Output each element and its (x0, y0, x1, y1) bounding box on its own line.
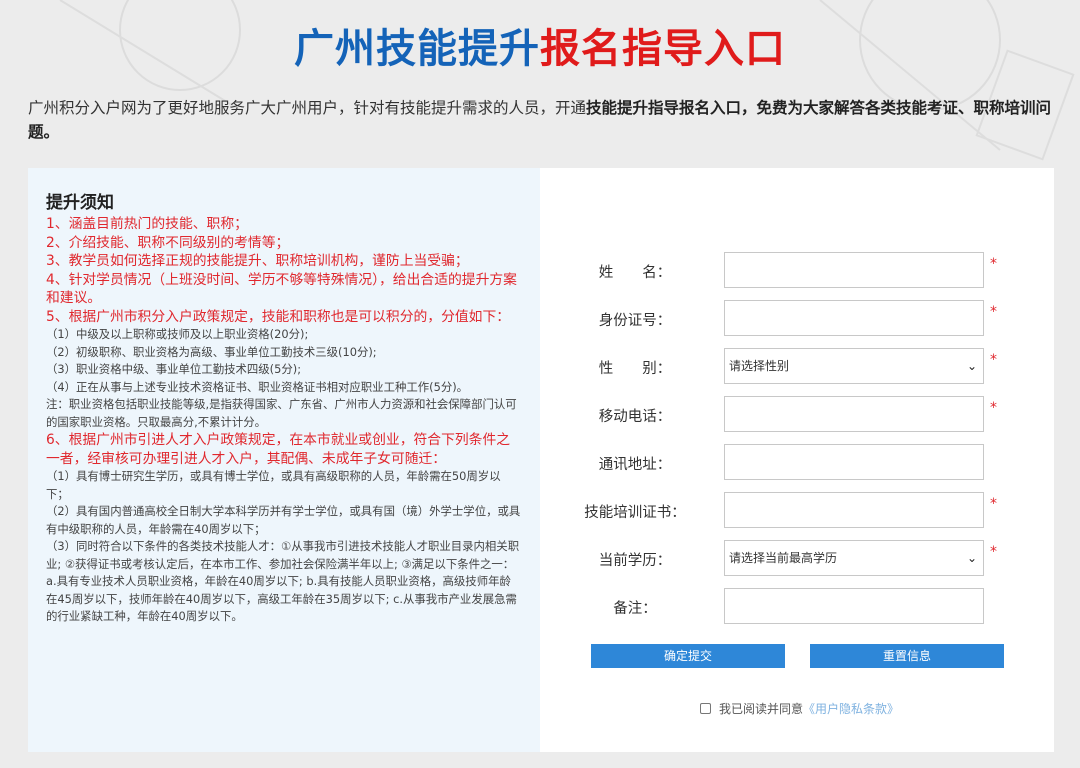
signup-form: 姓 名： * 身份证号： * 性 别： 请选择性别 ⌄ * 移动电话： * 通讯… (540, 168, 1054, 752)
notice-item: 6、根据广州市引进人才入户政策规定，在本市就业或创业，符合下列条件之一者，经审核… (46, 432, 511, 467)
id-label: 身份证号： (598, 313, 672, 329)
notice-item: 注：职业资格包括职业技能等级,是指获得国家、广东省、广州市人力资源和社会保障部门… (46, 397, 517, 429)
education-select-value: 请选择当前最高学历 (729, 551, 838, 565)
phone-label: 移动电话： (598, 409, 672, 425)
gender-label: 性 别： (598, 361, 672, 377)
reset-button[interactable]: 重置信息 (810, 644, 1004, 668)
education-select[interactable]: 请选择当前最高学历 ⌄ (724, 540, 984, 576)
name-label: 姓 名： (598, 265, 672, 281)
form-row-id: 身份证号： * (540, 300, 1054, 336)
notice-item: 2、介绍技能、职称不同级别的考情等； (46, 234, 290, 251)
intro-text: 广州积分入户网为了更好地服务广大广州用户，针对有技能提升需求的人员，开通 (28, 99, 587, 117)
notice-item: 4、针对学员情况（上班没时间、学历不够等特殊情况），给出合适的提升方案和建议。 (46, 271, 517, 307)
required-mark: * (990, 400, 997, 416)
notice-item: （1）中级及以上职称或技师及以上职业资格(20分); (46, 327, 309, 341)
required-mark: * (990, 544, 997, 560)
name-input[interactable] (724, 252, 984, 288)
form-row-note: 备注： (540, 588, 1054, 624)
notice-title: 提升须知 (46, 193, 114, 213)
intro-paragraph: 广州积分入户网为了更好地服务广大广州用户，针对有技能提升需求的人员，开通技能提升… (28, 96, 1058, 144)
notice-item: （3）同时符合以下条件的各类技术技能人才：①从事我市引进技术技能人才职业目录内相… (46, 539, 520, 623)
education-label: 当前学历： (598, 553, 672, 569)
gender-select-value: 请选择性别 (729, 359, 790, 373)
note-input[interactable] (724, 588, 984, 624)
required-mark: * (990, 256, 997, 272)
form-row-education: 当前学历： 请选择当前最高学历 ⌄ * (540, 540, 1054, 576)
submit-button[interactable]: 确定提交 (591, 644, 785, 668)
id-number-input[interactable] (724, 300, 984, 336)
notice-item: 5、根据广州市积分入户政策规定，技能和职称也是可以积分的，分值如下： (46, 308, 511, 325)
cert-label: 技能培训证书： (584, 505, 686, 521)
address-input[interactable] (724, 444, 984, 480)
form-row-address: 通讯地址： (540, 444, 1054, 480)
agreement-row: 我已阅读并同意《用户隐私条款》 (700, 700, 899, 717)
agreement-checkbox[interactable] (700, 703, 711, 714)
cert-input[interactable] (724, 492, 984, 528)
agreement-text: 我已阅读并同意 (719, 702, 804, 716)
notice-item: 1、涵盖目前热门的技能、职称； (46, 216, 248, 232)
page-title-blue: 广州技能提升 (294, 26, 540, 72)
notice-item: （1）具有博士研究生学历，或具有博士学位，或具有高级职称的人员，年龄需在50周岁… (46, 469, 501, 501)
page-title-red: 报名指导入口 (540, 26, 786, 72)
form-row-name: 姓 名： * (540, 252, 1054, 288)
required-mark: * (990, 496, 997, 512)
required-mark: * (990, 304, 997, 320)
chevron-down-icon: ⌄ (966, 551, 977, 565)
form-row-phone: 移动电话： * (540, 396, 1054, 432)
form-row-cert: 技能培训证书： * (540, 492, 1054, 528)
notice-list: 1、涵盖目前热门的技能、职称； 2、介绍技能、职称不同级别的考情等； 3、教学员如何… (46, 215, 522, 626)
page-title: 广州技能提升报名指导入口 (0, 16, 1080, 74)
notice-panel: 提升须知 1、涵盖目前热门的技能、职称； 2、介绍技能、职称不同级别的考情等； 3、… (28, 168, 540, 752)
notice-item: 3、教学员如何选择正规的技能提升、职称培训机构，谨防上当受骗； (46, 253, 469, 269)
address-label: 通讯地址： (598, 457, 672, 473)
form-row-gender: 性 别： 请选择性别 ⌄ * (540, 348, 1054, 384)
notice-item: （2）具有国内普通高校全日制大学本科学历并有学士学位，或具有国（境）外学士学位，… (46, 504, 521, 536)
notice-item: （4）正在从事与上述专业技术资格证书、职业资格证书相对应职业工种工作(5分)。 (46, 379, 469, 394)
privacy-policy-link[interactable]: 《用户隐私条款》 (803, 702, 899, 716)
chevron-down-icon: ⌄ (966, 359, 977, 373)
notice-item: （3）职业资格中级、事业单位工勤技术四级(5分); (46, 362, 302, 376)
note-label: 备注： (613, 601, 657, 617)
gender-select[interactable]: 请选择性别 ⌄ (724, 348, 984, 384)
required-mark: * (990, 352, 997, 368)
phone-input[interactable] (724, 396, 984, 432)
notice-item: （2）初级职称、职业资格为高级、事业单位工勤技术三级(10分); (46, 344, 377, 359)
